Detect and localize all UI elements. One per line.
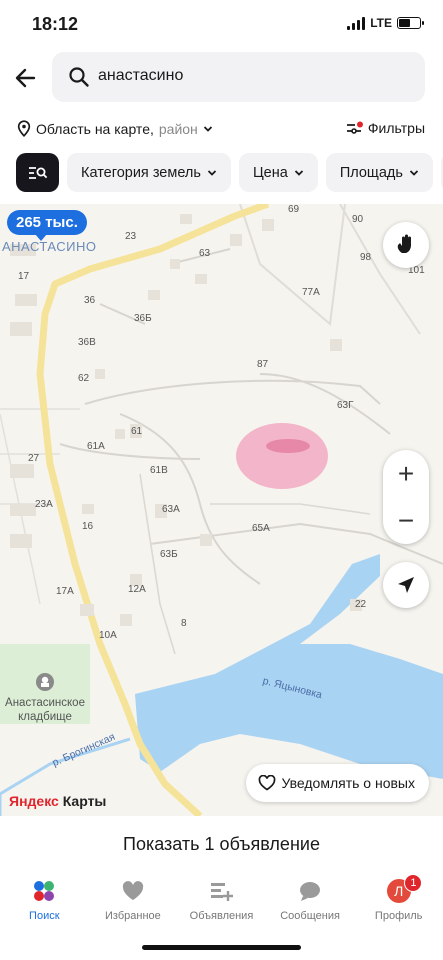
area-sub-label: район [158, 120, 198, 137]
house-number-label: 61В [150, 465, 168, 476]
house-number-label: 8 [181, 618, 187, 629]
village-label: АНАСТАСИНО [2, 239, 97, 254]
cemetery-label: Анастасинское кладбище [2, 672, 88, 724]
back-arrow-icon[interactable] [12, 64, 40, 92]
search-row: анастасино [0, 52, 443, 104]
house-number-label: 63Б [160, 549, 178, 560]
chevron-down-icon [409, 169, 419, 176]
tab-favorites[interactable]: Избранное [89, 872, 178, 932]
notify-label: Уведомлять о новых [281, 775, 416, 791]
tab-label: Сообщения [280, 910, 340, 922]
status-bar: 18:12 LTE [0, 0, 443, 50]
map-canvas [0, 204, 443, 816]
tab-label: Профиль [374, 910, 423, 922]
tab-label: Избранное [105, 910, 161, 922]
area-selector[interactable]: Область на карте, район [17, 120, 213, 137]
chip-label: Площадь [339, 164, 403, 181]
chip-area[interactable]: Площадь [325, 153, 433, 192]
house-number-label: 12А [128, 584, 146, 595]
chip-label: Цена [252, 164, 288, 181]
chat-icon [297, 878, 323, 904]
notify-button[interactable]: Уведомлять о новых [245, 764, 429, 802]
house-number-label: 22 [355, 599, 367, 610]
search-input[interactable]: анастасино [52, 52, 425, 102]
filters-icon [346, 121, 363, 134]
house-number-label: 17А [56, 586, 74, 597]
area-label: Область на карте, [36, 120, 154, 137]
chip-land-category[interactable]: Категория земель [67, 153, 231, 192]
house-number-label: 77А [302, 287, 320, 298]
house-number-label: 17 [18, 271, 30, 282]
tab-search[interactable]: Поиск [0, 872, 89, 932]
house-number-label: 62 [78, 373, 90, 384]
house-number-label: 36В [78, 337, 96, 348]
search-dots-icon [31, 878, 57, 904]
home-indicator [142, 945, 301, 950]
house-number-label: 61 [131, 426, 143, 437]
tab-listings[interactable]: Объявления [177, 872, 266, 932]
status-time: 18:12 [32, 14, 79, 34]
location-pin-icon [17, 120, 31, 137]
draw-area-button[interactable] [383, 222, 429, 268]
house-number-label: 63А [162, 504, 180, 515]
network-type: LTE [370, 16, 392, 30]
search-icon [69, 67, 89, 87]
house-number-label: 69 [288, 204, 300, 215]
listing-add-icon [208, 878, 234, 904]
filters-label: Фильтры [367, 120, 425, 136]
tab-profile[interactable]: Л 1 Профиль [354, 872, 443, 932]
map-provider-logo: Яндекс Карты [9, 793, 106, 809]
list-view-button[interactable] [16, 153, 59, 192]
chevron-down-icon [207, 169, 217, 176]
house-number-label: 36 [84, 295, 96, 306]
show-results-button[interactable]: Показать 1 объявление [0, 834, 443, 855]
cemetery-name: Анастасинское кладбище [5, 697, 85, 723]
house-number-label: 65А [252, 523, 270, 534]
house-number-label: 63Г [337, 400, 354, 411]
my-location-button[interactable] [383, 562, 429, 608]
house-number-label: 90 [352, 214, 364, 225]
zoom-control: + − [383, 450, 429, 544]
price-marker[interactable]: 265 тыс. [7, 210, 87, 241]
chevron-down-icon [203, 125, 212, 132]
status-indicators: LTE [347, 16, 424, 30]
heart-bell-icon [258, 775, 275, 791]
list-search-icon [28, 166, 47, 179]
tab-label: Поиск [29, 910, 60, 922]
filters-button[interactable]: Фильтры [346, 120, 425, 136]
notification-badge: 1 [404, 874, 423, 892]
provider-part2: Карты [62, 793, 107, 809]
navigation-arrow-icon [398, 577, 414, 593]
heart-icon [120, 878, 146, 904]
tab-messages[interactable]: Сообщения [266, 872, 355, 932]
house-number-label: 61А [87, 441, 105, 452]
zoom-out-button[interactable]: − [383, 497, 429, 544]
house-number-label: 98 [360, 252, 372, 263]
house-number-label: 87 [257, 359, 269, 370]
house-number-label: 16 [82, 521, 94, 532]
house-number-label: 63 [199, 248, 211, 259]
house-number-label: 27 [28, 453, 40, 464]
chip-price[interactable]: Цена [238, 153, 318, 192]
house-number-label: 23А [35, 499, 53, 510]
filter-row: Область на карте, район Фильтры [0, 116, 443, 142]
house-number-label: 10А [99, 630, 117, 641]
tab-bar: Поиск Избранное Объявления Сообщения Л 1… [0, 872, 443, 932]
house-number-label: 36Б [134, 313, 152, 324]
draw-hand-icon [397, 234, 411, 253]
signal-icon [347, 16, 366, 30]
zoom-in-button[interactable]: + [383, 450, 429, 497]
chevron-down-icon [294, 169, 303, 176]
tab-label: Объявления [189, 910, 254, 922]
cemetery-icon [36, 673, 54, 691]
house-number-label: 23 [125, 231, 137, 242]
provider-part1: Яндекс [9, 793, 59, 809]
map-view[interactable]: 265 тыс. АНАСТАСИНО 69 90 23 63 98 101 17 77А 36… [0, 204, 443, 816]
battery-icon [397, 17, 424, 29]
filter-chips: Категория земель Цена Площадь [16, 153, 443, 192]
search-query: анастасино [98, 67, 184, 84]
chip-label: Категория земель [81, 164, 201, 181]
